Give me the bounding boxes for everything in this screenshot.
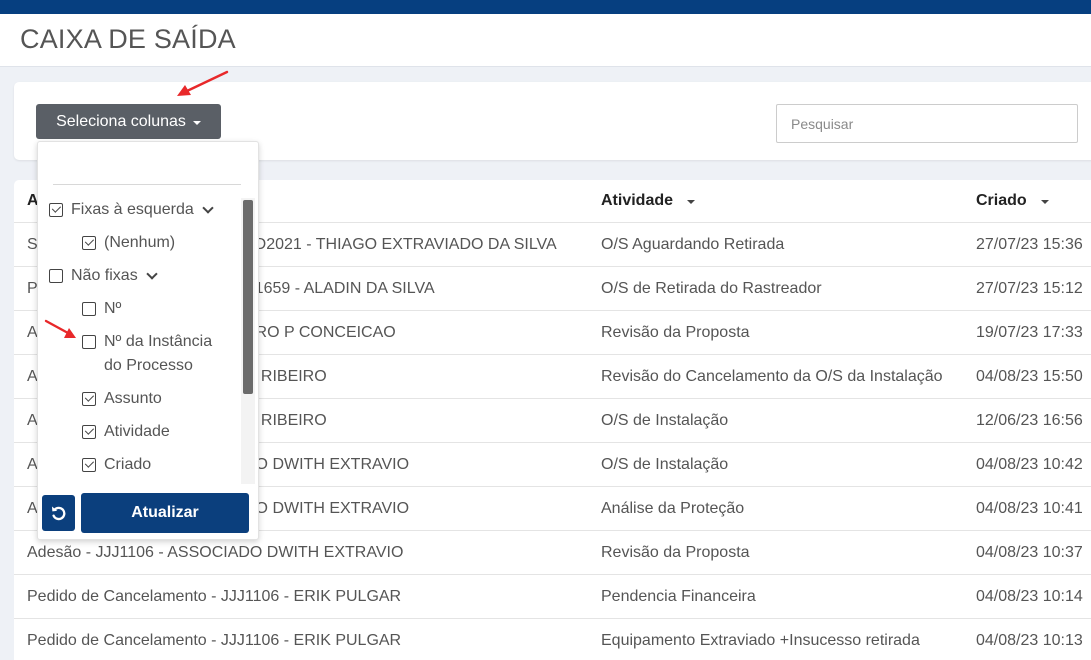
column-header-atividade[interactable]: Atividade — [601, 180, 696, 222]
column-option-number[interactable]: Nº — [82, 297, 121, 321]
cell-criado: 27/07/23 15:12 — [976, 280, 1083, 297]
column-option-created[interactable]: Criado — [82, 453, 151, 477]
column-option-none-label: (Nenhum) — [104, 234, 176, 251]
cell-criado: 04/08/23 10:42 — [976, 456, 1083, 473]
dropdown-scrollbar[interactable] — [241, 198, 255, 484]
table-row[interactable]: Pedido de Cancelamento - JJJ1106 - ERIK … — [14, 574, 1091, 619]
search-input[interactable] — [776, 104, 1078, 143]
scrollbar-thumb[interactable] — [243, 200, 253, 394]
checkbox-unchecked[interactable] — [82, 334, 96, 349]
cell-assunto: Pedido de Cancelamento - JJJ1106 - ERIK … — [27, 588, 402, 605]
chevron-down-icon[interactable] — [146, 268, 158, 280]
column-option-subject-label: Assunto — [104, 390, 162, 407]
group-fixed-left[interactable]: Fixas à esquerda — [49, 198, 214, 222]
checkbox-unchecked[interactable] — [82, 301, 96, 316]
group-fixed-left-label: Fixas à esquerda — [71, 201, 194, 218]
cell-atividade: O/S Aguardando Retirada — [601, 236, 785, 253]
cell-criado: 27/07/23 15:36 — [976, 236, 1083, 253]
reset-button[interactable] — [42, 495, 75, 531]
cell-atividade: O/S de Retirada do Rastreador — [601, 280, 822, 297]
checkbox-checked[interactable] — [49, 202, 63, 217]
checkbox-checked[interactable] — [82, 235, 96, 250]
cell-criado: 04/08/23 10:41 — [976, 500, 1083, 517]
cell-criado: 04/08/23 15:50 — [976, 368, 1083, 385]
column-option-instance-number[interactable]: Nº da Instância do Processo — [82, 330, 212, 378]
column-option-activity[interactable]: Atividade — [82, 420, 170, 444]
cell-atividade: O/S de Instalação — [601, 412, 729, 429]
cell-assunto-visible: X1659 - ALADIN DA SILVA — [244, 280, 435, 297]
cell-assunto-visible: DRO P CONCEICAO — [244, 324, 396, 341]
checkbox-checked[interactable] — [82, 457, 96, 472]
column-option-created-label: Criado — [104, 456, 152, 473]
column-option-none[interactable]: (Nenhum) — [82, 231, 175, 255]
cell-atividade: Análise da Proteção — [601, 500, 745, 517]
column-option-instance-label: Nº da Instância do Processo — [104, 333, 213, 374]
cell-criado: 04/08/23 10:14 — [976, 588, 1083, 605]
cell-assunto: Pedido de Cancelamento - JJJ1106 - ERIK … — [27, 632, 402, 649]
top-bar — [0, 0, 1091, 14]
column-select-dropdown: Fixas à esquerda (Nenhum) Não fixas Nº N… — [37, 141, 259, 540]
chevron-down-icon[interactable] — [202, 202, 214, 214]
checkbox-unchecked[interactable] — [49, 268, 63, 283]
caret-down-icon[interactable] — [687, 199, 696, 204]
cell-criado: 04/08/23 10:37 — [976, 544, 1083, 561]
table-row[interactable]: Pedido de Cancelamento - JJJ1106 - ERIK … — [14, 618, 1091, 660]
caret-down-icon — [192, 120, 201, 125]
column-option-activity-label: Atividade — [104, 423, 170, 440]
column-option-subject[interactable]: Assunto — [82, 387, 162, 411]
undo-icon — [51, 506, 65, 521]
select-columns-label: Seleciona colunas — [56, 112, 186, 130]
checkbox-checked[interactable] — [82, 424, 96, 439]
group-not-fixed-label: Não fixas — [71, 267, 138, 284]
caret-down-icon[interactable] — [1040, 199, 1049, 204]
cell-criado: 04/08/23 10:13 — [976, 632, 1083, 649]
column-filter-input[interactable] — [53, 150, 241, 185]
cell-atividade: Revisão da Proposta — [601, 544, 750, 561]
page-header: CAIXA DE SAÍDA — [0, 14, 1091, 67]
cell-criado: 12/06/23 16:56 — [976, 412, 1083, 429]
cell-assunto-visible: ED2021 - THIAGO EXTRAVIADO DA SILVA — [244, 236, 557, 253]
cell-criado: 19/07/23 17:33 — [976, 324, 1083, 341]
select-columns-button[interactable]: Seleciona colunas — [36, 104, 221, 139]
update-button[interactable]: Atualizar — [81, 493, 249, 533]
page-title: CAIXA DE SAÍDA — [20, 24, 236, 54]
group-not-fixed[interactable]: Não fixas — [49, 264, 158, 288]
cell-atividade: O/S de Instalação — [601, 456, 729, 473]
cell-atividade: Equipamento Extraviado +Insucesso retira… — [601, 632, 920, 649]
checkbox-checked[interactable] — [82, 391, 96, 406]
cell-atividade: Revisão da Proposta — [601, 324, 750, 341]
cell-assunto-visible: DO DWITH EXTRAVIO — [244, 456, 410, 473]
column-option-number-label: Nº — [104, 300, 122, 317]
cell-atividade: Revisão do Cancelamento da O/S da Instal… — [601, 368, 943, 385]
cell-assunto-visible: DO DWITH EXTRAVIO — [244, 500, 410, 517]
column-header-criado[interactable]: Criado — [976, 180, 1049, 222]
cell-atividade: Pendencia Financeira — [601, 588, 756, 605]
